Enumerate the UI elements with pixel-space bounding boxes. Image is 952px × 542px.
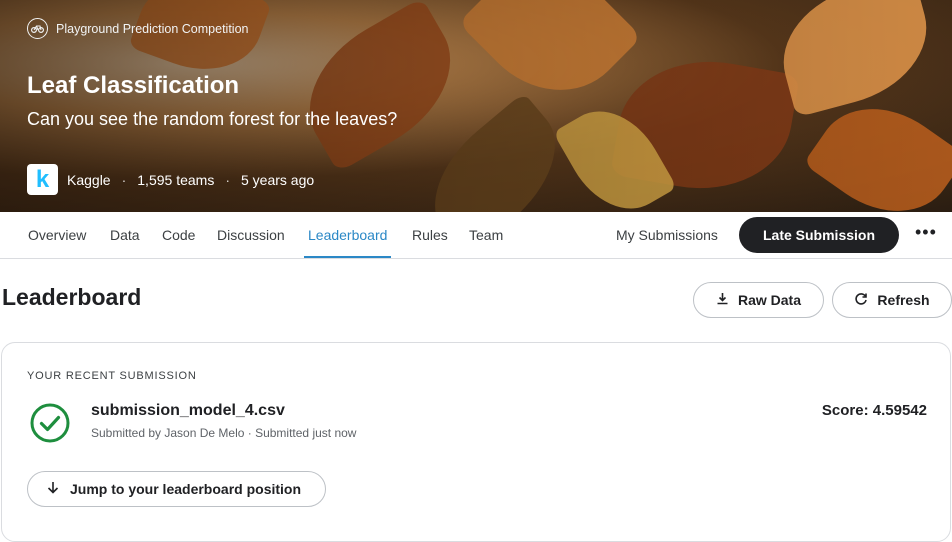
refresh-button[interactable]: Refresh bbox=[832, 282, 952, 318]
arrow-down-icon bbox=[47, 481, 59, 497]
refresh-icon bbox=[854, 292, 868, 309]
tab-discussion[interactable]: Discussion bbox=[217, 212, 285, 258]
separator: · bbox=[225, 171, 230, 188]
submission-meta: Submitted by Jason De Melo · Submitted j… bbox=[91, 426, 357, 440]
submission-score: Score: 4.59542 bbox=[821, 402, 927, 419]
refresh-label: Refresh bbox=[877, 292, 930, 308]
competition-header: Playground Prediction Competition Leaf C… bbox=[0, 0, 952, 212]
more-options-icon[interactable]: ••• bbox=[915, 222, 937, 243]
competition-type-label: Playground Prediction Competition bbox=[56, 21, 249, 36]
tab-rules[interactable]: Rules bbox=[412, 212, 448, 258]
competition-subtitle: Can you see the random forest for the le… bbox=[27, 109, 398, 129]
raw-data-button[interactable]: Raw Data bbox=[693, 282, 824, 318]
teams-count: 1,595 teams bbox=[137, 171, 215, 188]
host-name[interactable]: Kaggle bbox=[67, 172, 111, 188]
kaggle-logo[interactable]: k bbox=[27, 164, 58, 195]
recent-submission-heading: YOUR RECENT SUBMISSION bbox=[27, 370, 197, 382]
competition-title: Leaf Classification bbox=[27, 72, 240, 99]
host-info: k Kaggle · 1,595 teams · 5 years ago bbox=[27, 164, 314, 195]
raw-data-label: Raw Data bbox=[737, 292, 802, 308]
tab-team[interactable]: Team bbox=[469, 212, 503, 258]
competition-type: Playground Prediction Competition bbox=[27, 18, 248, 39]
download-icon bbox=[716, 292, 729, 308]
late-submission-button[interactable]: Late Submission bbox=[739, 217, 899, 253]
recent-submission-card: YOUR RECENT SUBMISSION submission_model_… bbox=[1, 342, 951, 542]
success-check-icon bbox=[30, 403, 70, 443]
competition-age: 5 years ago bbox=[241, 171, 315, 188]
tab-leaderboard[interactable]: Leaderboard bbox=[304, 212, 392, 258]
jump-label: Jump to your leaderboard position bbox=[70, 481, 302, 497]
tab-overview[interactable]: Overview bbox=[28, 212, 86, 258]
jump-to-position-button[interactable]: Jump to your leaderboard position bbox=[27, 471, 326, 507]
submission-filename: submission_model_4.csv bbox=[91, 402, 285, 419]
bike-icon bbox=[27, 18, 48, 39]
tab-code[interactable]: Code bbox=[162, 212, 195, 258]
tab-data[interactable]: Data bbox=[110, 212, 140, 258]
my-submissions-link[interactable]: My Submissions bbox=[616, 212, 718, 258]
page-title: Leaderboard bbox=[2, 284, 142, 310]
separator: · bbox=[121, 171, 127, 188]
